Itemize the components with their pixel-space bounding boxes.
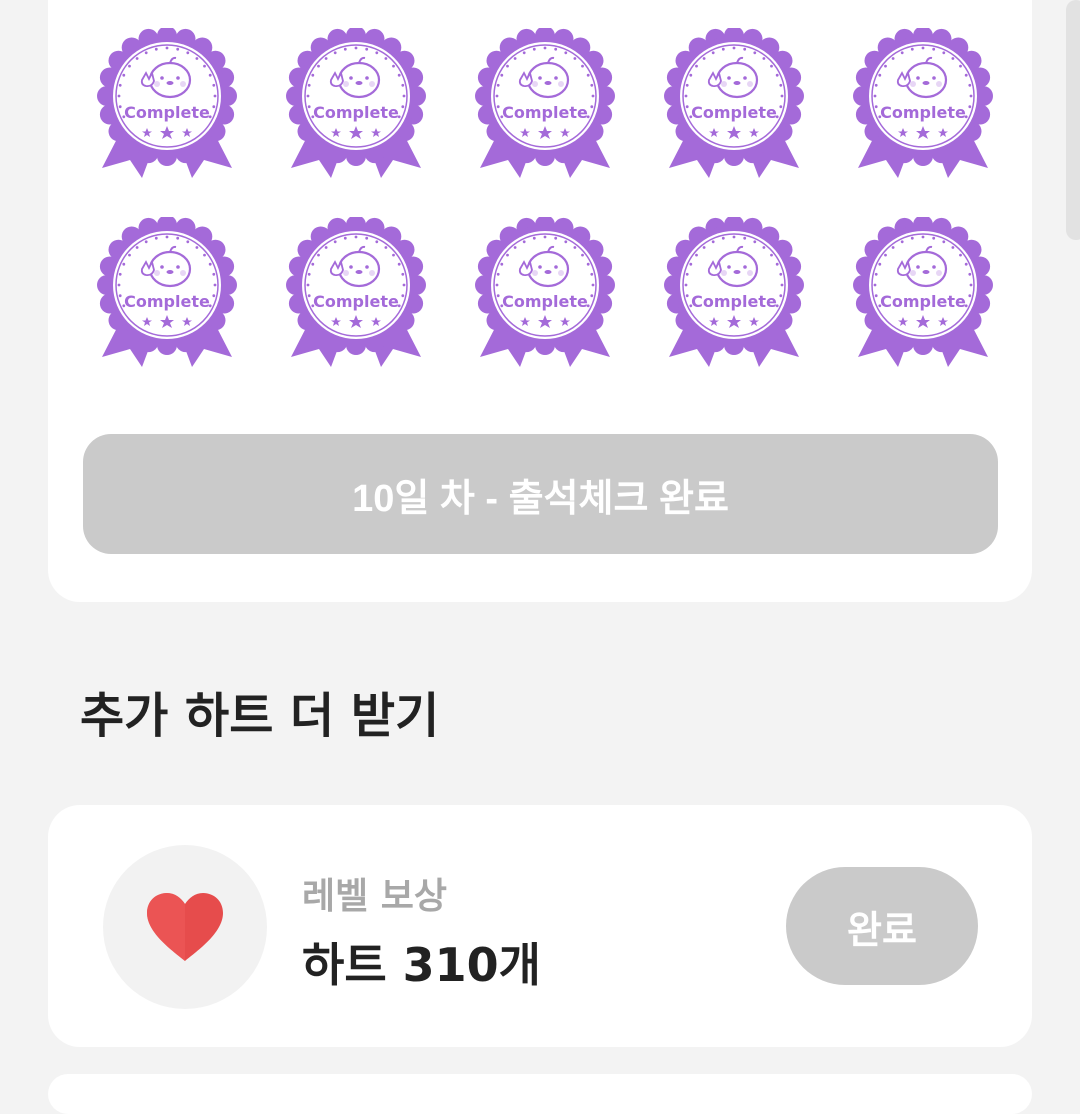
badge-grid: Complete Complete Complete Complete Comp…: [92, 28, 998, 367]
complete-badge: Complete: [659, 28, 809, 178]
complete-badge: Complete: [92, 217, 242, 367]
badge-label: Complete: [880, 103, 966, 122]
complete-badge: Complete: [92, 28, 242, 178]
heart-icon: [147, 893, 223, 961]
reward-done-button[interactable]: 완료: [786, 867, 978, 985]
complete-badge: Complete: [470, 28, 620, 178]
complete-badge: Complete: [470, 217, 620, 367]
badge-label: Complete: [502, 292, 588, 311]
complete-badge: Complete: [848, 217, 998, 367]
next-card: [48, 1074, 1032, 1114]
badge-label: Complete: [502, 103, 588, 122]
reward-icon-circle: [103, 845, 267, 1009]
reward-category-label: 레벨 보상: [302, 876, 448, 917]
level-reward-card: 레벨 보상 하트 310개 완료: [48, 805, 1032, 1047]
reward-amount-label: 하트 310개: [302, 938, 541, 992]
complete-badge: Complete: [848, 28, 998, 178]
badge-label: Complete: [880, 292, 966, 311]
badge-label: Complete: [691, 292, 777, 311]
section-title: 추가 하트 더 받기: [80, 688, 440, 744]
complete-badge: Complete: [281, 217, 431, 367]
attendance-card: Complete Complete Complete Complete Comp…: [48, 0, 1032, 602]
badge-label: Complete: [124, 103, 210, 122]
complete-badge: Complete: [281, 28, 431, 178]
badge-label: Complete: [124, 292, 210, 311]
scrollbar-thumb[interactable]: [1066, 0, 1080, 240]
attendance-complete-button[interactable]: 10일 차 - 출석체크 완료: [83, 434, 998, 554]
badge-label: Complete: [313, 103, 399, 122]
badge-label: Complete: [691, 103, 777, 122]
complete-badge: Complete: [659, 217, 809, 367]
badge-label: Complete: [313, 292, 399, 311]
